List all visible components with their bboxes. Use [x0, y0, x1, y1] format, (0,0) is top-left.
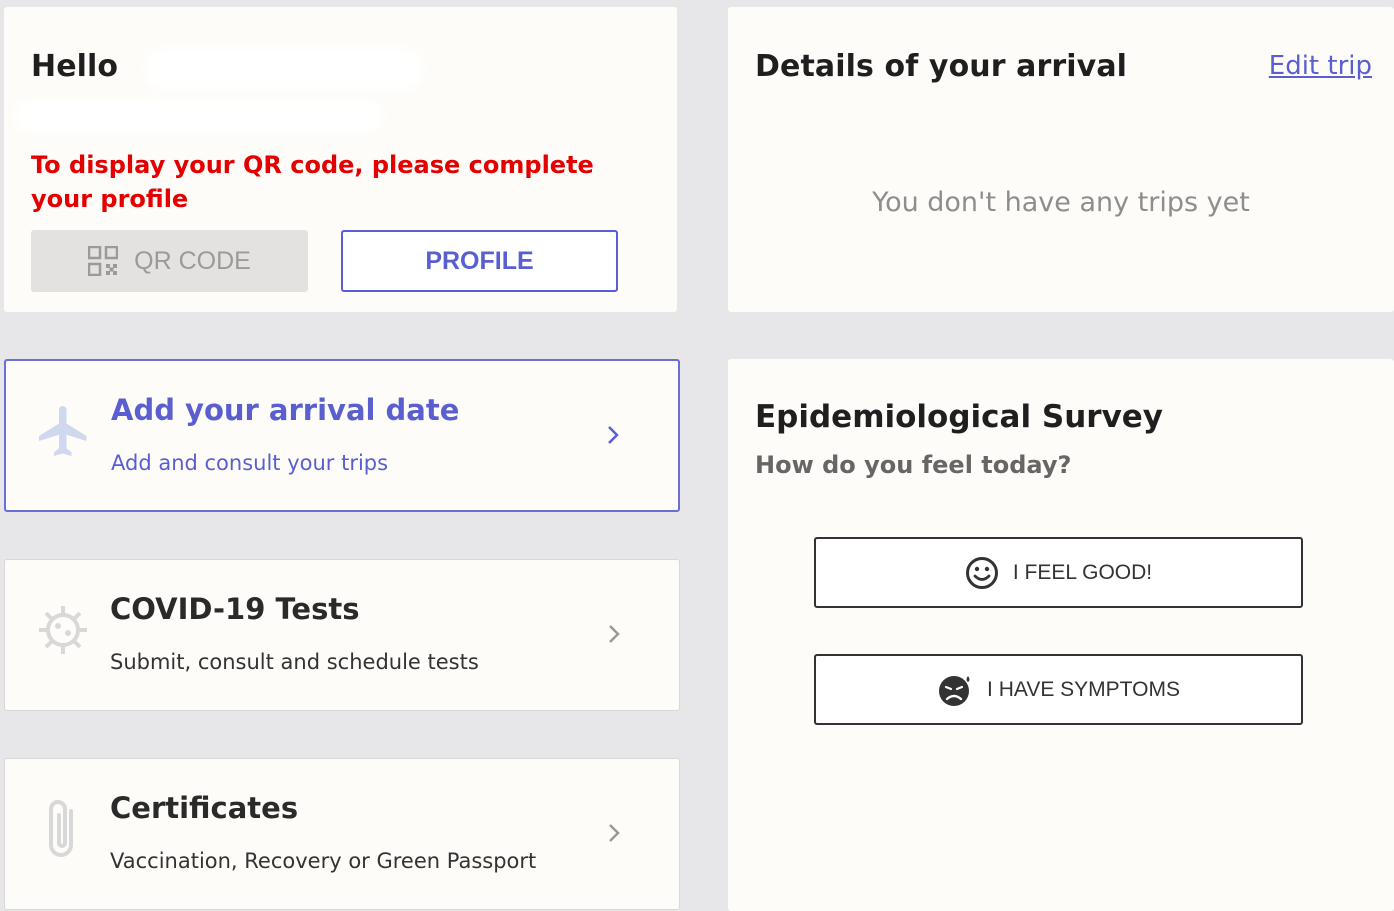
- qr-code-button-label: QR CODE: [134, 246, 251, 275]
- feel-good-label: I FEEL GOOD!: [1012, 560, 1153, 584]
- covid-tests-card[interactable]: COVID-19 Tests Submit, consult and sched…: [4, 559, 680, 711]
- virus-icon: [39, 606, 87, 654]
- feel-good-button[interactable]: I FEEL GOOD!: [814, 537, 1303, 608]
- qr-code-icon: [88, 246, 119, 276]
- profile-button[interactable]: PROFILE: [341, 230, 618, 292]
- qr-code-button[interactable]: QR CODE: [31, 230, 308, 292]
- covid-tests-title: COVID-19 Tests: [110, 592, 360, 626]
- profile-button-label: PROFILE: [425, 246, 534, 275]
- add-arrival-card[interactable]: Add your arrival date Add and consult yo…: [4, 359, 680, 512]
- survey-title: Epidemiological Survey: [755, 399, 1164, 435]
- paperclip-icon: [49, 800, 73, 857]
- greeting-title: Hello: [31, 49, 119, 84]
- airplane-icon: [39, 406, 87, 456]
- certificates-title: Certificates: [110, 791, 299, 825]
- no-trips-message: You don't have any trips yet: [872, 187, 1250, 218]
- covid-tests-subtitle: Submit, consult and schedule tests: [110, 650, 479, 674]
- have-symptoms-button[interactable]: I HAVE SYMPTOMS: [814, 654, 1303, 725]
- qr-warning-text: To display your QR code, please complete…: [31, 151, 594, 213]
- smiley-icon: [965, 556, 998, 589]
- arrival-title: Details of your arrival: [755, 49, 1128, 84]
- edit-trip-link[interactable]: Edit trip: [1269, 51, 1372, 81]
- sick-face-icon: [939, 675, 970, 706]
- certificates-card[interactable]: Certificates Vaccination, Recovery or Gr…: [4, 758, 680, 910]
- have-symptoms-label: I HAVE SYMPTOMS: [987, 677, 1180, 701]
- add-arrival-title: Add your arrival date: [111, 393, 460, 427]
- chevron-right-icon: [609, 824, 620, 842]
- redacted-info: [14, 99, 384, 133]
- chevron-right-icon: [608, 426, 619, 444]
- redacted-name: [144, 47, 424, 91]
- arrival-details-card: Details of your arrival Edit trip You do…: [728, 7, 1394, 312]
- survey-question: How do you feel today?: [755, 451, 1072, 479]
- chevron-right-icon: [609, 625, 620, 643]
- certificates-subtitle: Vaccination, Recovery or Green Passport: [110, 849, 537, 873]
- add-arrival-subtitle: Add and consult your trips: [111, 451, 389, 475]
- survey-card: Epidemiological Survey How do you feel t…: [728, 359, 1394, 911]
- hello-card: Hello To display your QR code, please co…: [4, 7, 677, 312]
